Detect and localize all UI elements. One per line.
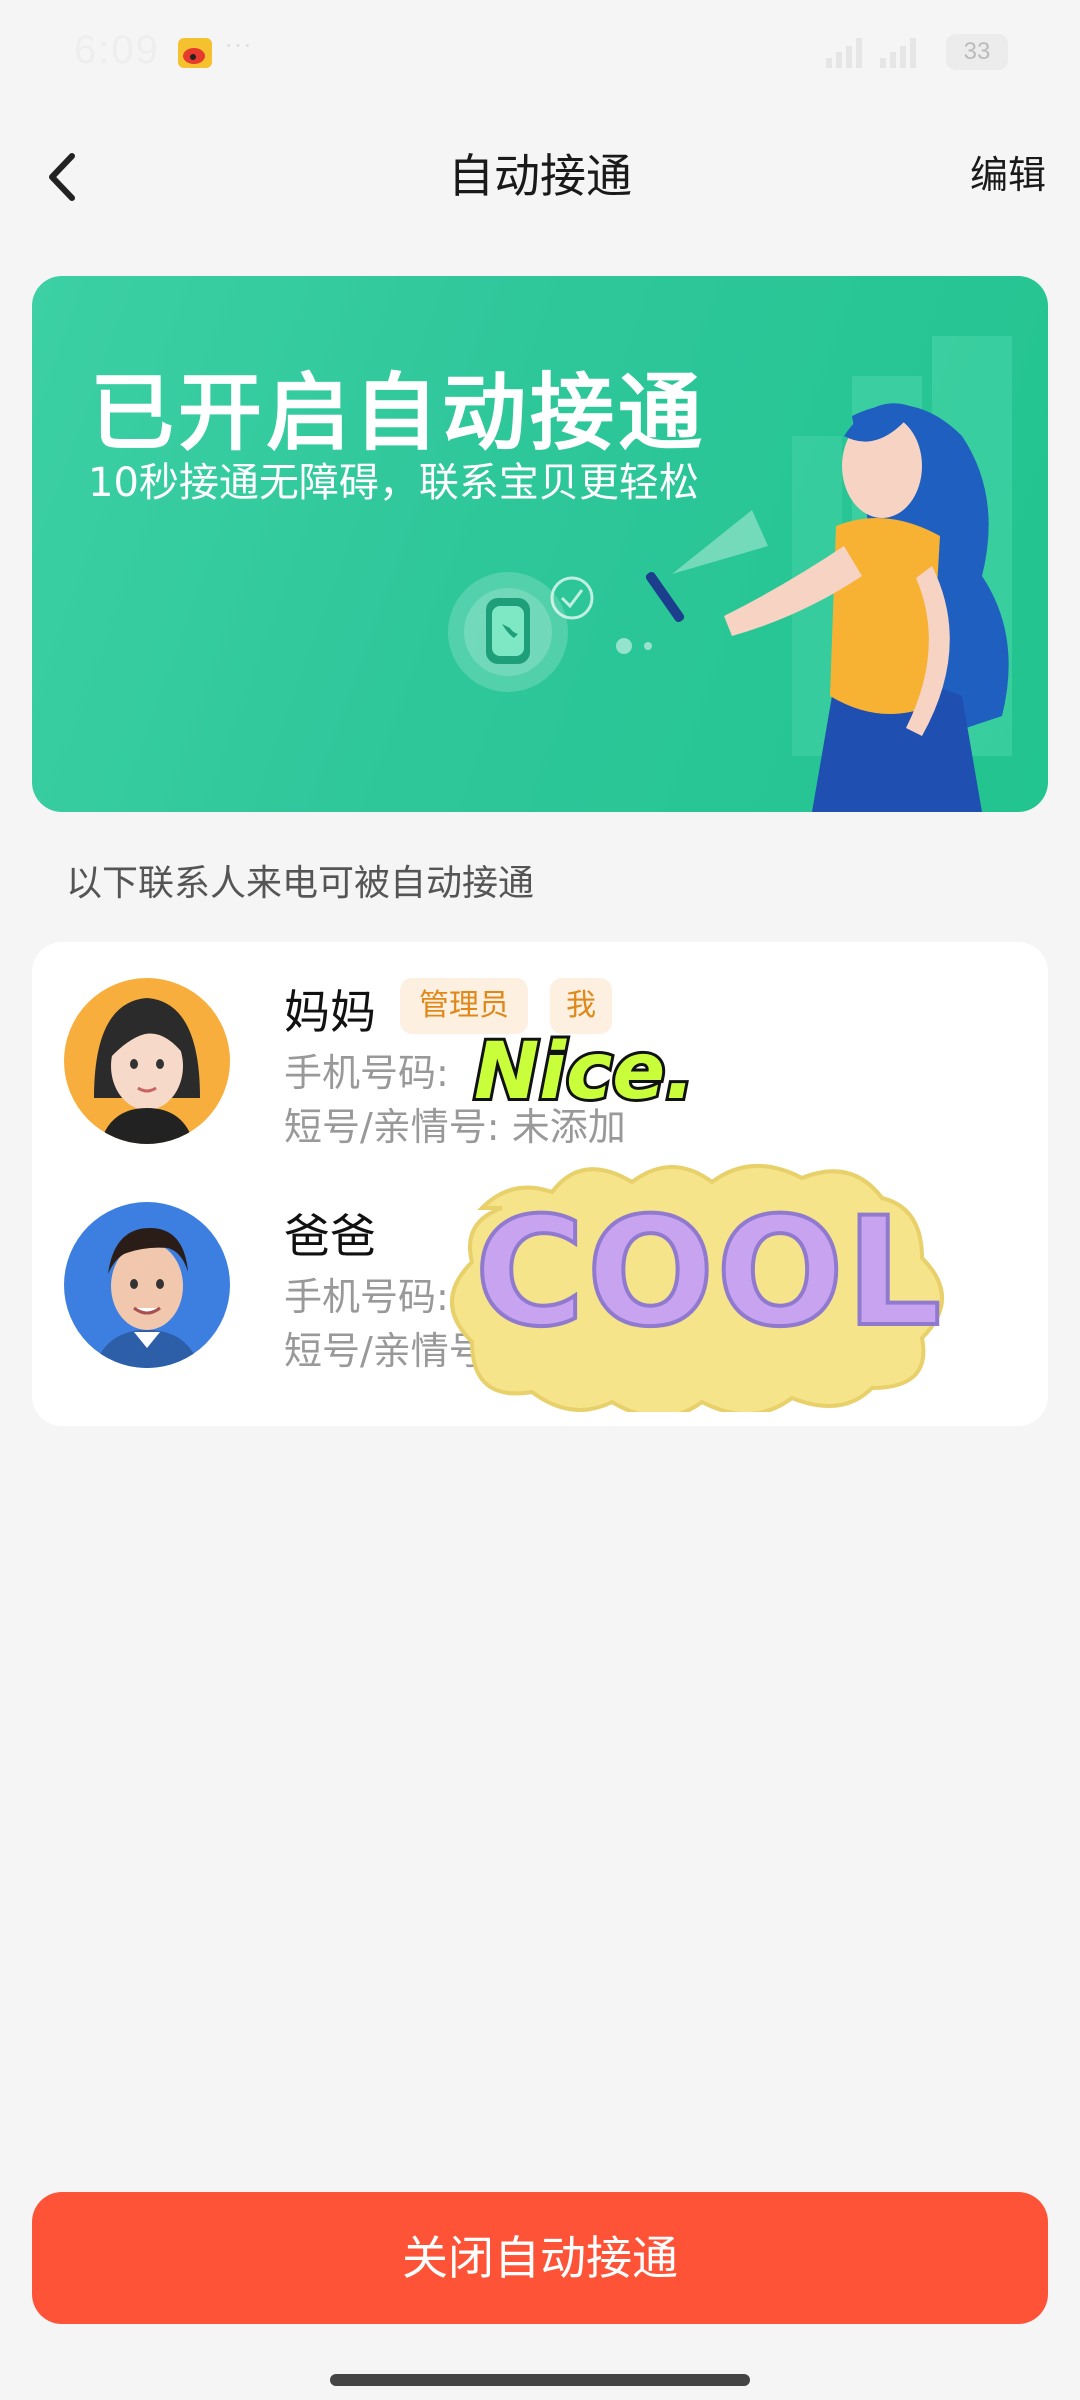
signal-icon [826, 38, 862, 68]
banner-subtitle: 10秒接通无障碍，联系宝贝更轻松 [88, 460, 699, 506]
battery-icon: 33 [946, 34, 1008, 70]
weibo-icon [178, 38, 212, 68]
status-time: 6:09 [74, 28, 160, 72]
avatar [64, 1202, 230, 1368]
avatar [64, 978, 230, 1144]
svg-text:Nice.: Nice. [474, 1027, 695, 1117]
auto-answer-banner: 已开启自动接通 10秒接通无障碍，联系宝贝更轻松 [32, 276, 1048, 812]
home-indicator[interactable] [330, 2374, 750, 2386]
nav-bar: 自动接通 编辑 [0, 120, 1080, 230]
edit-button[interactable]: 编辑 [970, 144, 1046, 199]
nice-sticker: Nice. [466, 1018, 726, 1120]
contact-name: 妈妈 [284, 985, 376, 1039]
status-bar: 6:09 ··· 33 [0, 0, 1080, 110]
close-auto-answer-button[interactable]: 关闭自动接通 [32, 2192, 1048, 2324]
signal-icon [880, 38, 916, 68]
section-caption: 以下联系人来电可被自动接通 [66, 863, 535, 904]
phone-label: 手机号码: [284, 1051, 449, 1095]
cool-sticker: COOL [442, 1148, 976, 1419]
svg-text:COOL: COOL [475, 1186, 944, 1360]
page-title: 自动接通 [448, 149, 632, 203]
phone-label: 手机号码: [284, 1275, 449, 1319]
contact-name: 爸爸 [284, 1209, 376, 1263]
status-dots: ··· [224, 28, 252, 59]
banner-title: 已开启自动接通 [90, 364, 707, 462]
